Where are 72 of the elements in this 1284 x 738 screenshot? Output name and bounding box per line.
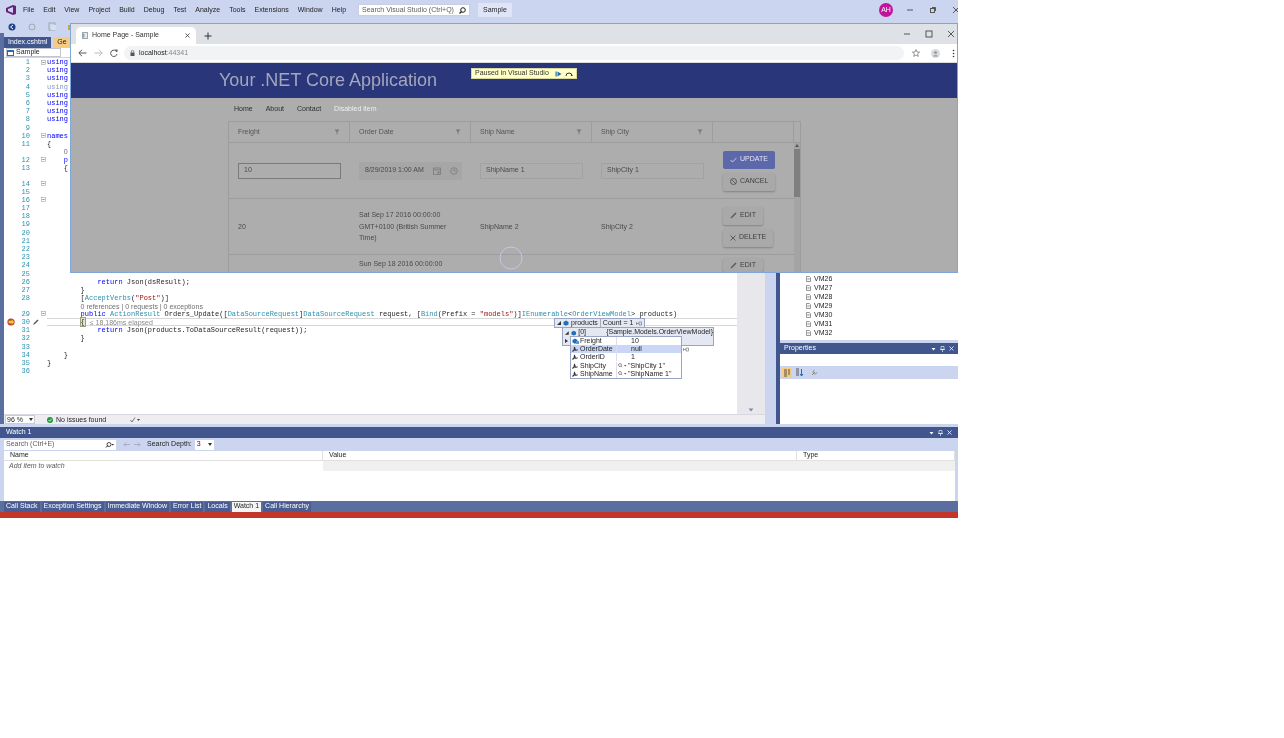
close-icon[interactable]: [947, 30, 955, 38]
caret-icon: [29, 418, 33, 421]
scroll-down-icon[interactable]: [748, 408, 754, 412]
filter-icon[interactable]: [576, 129, 582, 135]
close-icon: [730, 234, 736, 241]
file-icon: [806, 311, 811, 318]
loading-spinner-icon: [499, 246, 523, 270]
collapse-icon[interactable]: [41, 181, 46, 187]
pin-icon[interactable]: [636, 320, 643, 326]
minimize-icon[interactable]: [906, 6, 914, 14]
file-icon: [806, 320, 811, 327]
filter-icon[interactable]: [455, 129, 461, 135]
file-icon: [806, 275, 811, 282]
back-arrow-icon[interactable]: [123, 442, 130, 447]
collapse-icon[interactable]: [41, 311, 46, 317]
scroll-up-icon[interactable]: [795, 144, 799, 147]
continue-icon[interactable]: [554, 70, 562, 77]
scrollbar-thumb[interactable]: [794, 149, 800, 197]
forward-icon[interactable]: [28, 22, 36, 31]
close-icon[interactable]: [185, 33, 190, 38]
pencil-icon: [730, 212, 737, 219]
page-icon: [82, 32, 88, 39]
new-file-icon[interactable]: [48, 22, 57, 31]
close-icon[interactable]: [952, 6, 958, 14]
maximize-icon[interactable]: [925, 30, 933, 38]
app-logo-icon[interactable]: [5, 5, 16, 15]
search-icon: [459, 6, 467, 14]
caret-icon: [207, 443, 212, 446]
expand-icon[interactable]: [557, 321, 561, 325]
visualizer-icon[interactable]: [618, 363, 627, 369]
calendar-icon[interactable]: [433, 166, 441, 175]
filter-icon[interactable]: [697, 129, 703, 135]
site-title: Your .NET Core Application: [219, 69, 438, 92]
check-circle-icon: [47, 416, 53, 423]
forward-arrow-icon[interactable]: [134, 442, 141, 447]
breakpoint-arrow-icon[interactable]: [7, 318, 15, 327]
restore-icon[interactable]: [929, 6, 937, 14]
search-icon[interactable]: [105, 441, 114, 448]
forward-icon[interactable]: [94, 49, 103, 57]
scrollbar[interactable]: [737, 273, 765, 414]
filter-icon[interactable]: [334, 129, 340, 135]
collapse-icon[interactable]: [41, 157, 46, 163]
visualizer-icon[interactable]: [618, 371, 627, 377]
wrench-icon[interactable]: [811, 369, 818, 376]
cancel-icon: [730, 178, 737, 185]
field-icon: [572, 338, 579, 345]
cleanup-icon[interactable]: [130, 416, 141, 423]
file-icon: [806, 284, 811, 291]
categorized-icon[interactable]: [782, 367, 792, 378]
pin-icon[interactable]: [683, 346, 689, 352]
file-icon: [806, 293, 811, 300]
pencil-icon[interactable]: [32, 318, 39, 326]
reload-icon[interactable]: [110, 49, 118, 57]
sort-icon[interactable]: [795, 368, 804, 377]
back-icon[interactable]: [8, 22, 16, 31]
lock-icon: [130, 50, 135, 56]
star-icon[interactable]: [912, 49, 920, 57]
profile-icon[interactable]: [931, 48, 940, 58]
minimize-icon[interactable]: [903, 30, 911, 38]
caret-icon[interactable]: [931, 346, 936, 351]
check-icon: [730, 156, 737, 163]
step-over-icon[interactable]: [564, 70, 573, 77]
caret-icon[interactable]: [929, 430, 934, 435]
back-icon[interactable]: [78, 49, 87, 57]
file-icon: [806, 329, 811, 336]
pencil-icon: [730, 261, 737, 269]
collapse-icon[interactable]: [41, 59, 46, 65]
scrollbar[interactable]: [794, 143, 800, 272]
file-icon: [806, 302, 811, 309]
collapse-icon[interactable]: [41, 197, 46, 203]
collapse-icon[interactable]: [41, 133, 46, 139]
new-tab-icon[interactable]: [204, 32, 212, 40]
